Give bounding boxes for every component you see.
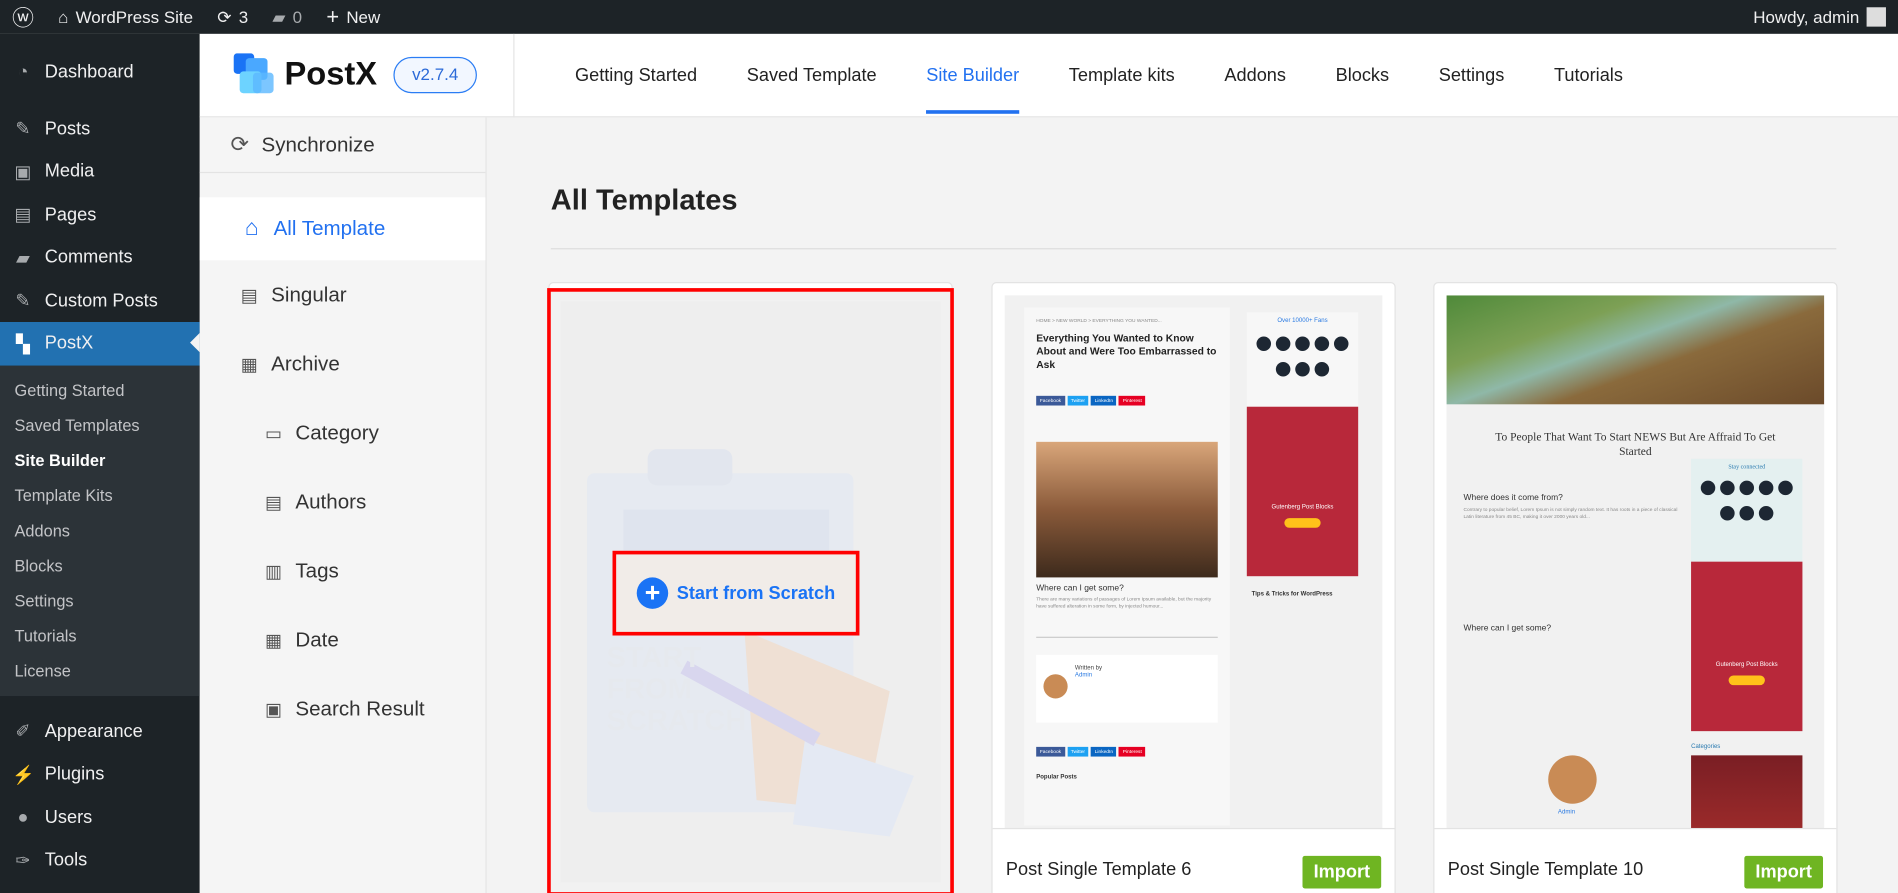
item-all-template[interactable]: ⌂ All Template <box>199 197 486 261</box>
sync-icon: ⟳ <box>230 131 249 157</box>
item-singular[interactable]: ▤ Singular <box>200 260 486 329</box>
admin-menu: ◔ Dashboard ✎ Posts ▣ Media ▤ Pages ▰ Comment… <box>0 33 200 893</box>
template-name: Post Single Template 10 <box>1447 859 1644 881</box>
comment-icon: ▰ <box>272 6 286 27</box>
dashboard-icon: ◔ <box>17 62 29 83</box>
tab-getting-started[interactable]: Getting Started <box>575 34 697 118</box>
refresh-icon: ⟳ <box>217 6 232 27</box>
submenu-addons[interactable]: Addons <box>0 513 200 548</box>
template-preview[interactable]: HOME > NEW WORLD > EVERYTHING YOU WANTED… <box>1004 295 1383 828</box>
wordpress-logo-icon[interactable]: ⓦ <box>0 0 46 34</box>
card-footer: Post Single Template 6 Import <box>992 827 1395 893</box>
tab-tutorials[interactable]: Tutorials <box>1554 34 1623 118</box>
submenu-saved-templates[interactable]: Saved Templates <box>0 407 200 442</box>
menu-tools[interactable]: ✑ Tools <box>0 839 200 882</box>
updates-link[interactable]: ⟳ 3 <box>205 0 260 34</box>
menu-posts[interactable]: ✎ Posts <box>0 107 200 150</box>
postx-nav: Getting Started Saved Template Site Buil… <box>513 33 1672 118</box>
start-from-scratch-button[interactable]: + Start from Scratch <box>612 550 860 636</box>
comment-icon: ▰ <box>16 247 30 269</box>
template-preview[interactable]: To People That Want To Start NEWS But Ar… <box>1446 295 1825 828</box>
menu-postx[interactable]: ▚ PostX <box>0 321 200 365</box>
media-icon: ▣ <box>14 161 32 183</box>
pages-icon: ▤ <box>14 204 32 226</box>
postx-header: PostX v2.7.4 Getting Started Saved Templ… <box>199 33 1898 118</box>
plus-circle-icon: + <box>636 577 669 609</box>
template-name: Post Single Template 6 <box>1005 859 1192 881</box>
menu-appearance[interactable]: ✐ Appearance <box>0 710 200 753</box>
submenu-template-kits[interactable]: Template Kits <box>0 478 200 513</box>
item-authors[interactable]: ▤ Authors <box>200 467 486 536</box>
account-link[interactable]: Howdy, admin <box>1741 0 1898 34</box>
item-date[interactable]: ▦ Date <box>200 605 486 674</box>
scratch-highlight: START FROM SCRATCH + Start from Scratch <box>547 288 954 893</box>
tab-saved-template[interactable]: Saved Template <box>747 34 877 118</box>
new-link[interactable]: + New <box>314 0 392 34</box>
tab-settings[interactable]: Settings <box>1439 34 1505 118</box>
scratch-watermark: START FROM SCRATCH <box>606 641 747 738</box>
postx-logo-icon <box>233 53 274 94</box>
admin-bar: ⓦ ⌂ WordPress Site ⟳ 3 ▰ 0 + New Howdy, admi… <box>0 0 1898 34</box>
divider <box>550 248 1837 250</box>
popular-posts-heading: Popular Posts <box>1036 773 1077 781</box>
document-icon: ▤ <box>240 285 258 306</box>
import-button[interactable]: Import <box>1744 855 1824 889</box>
tab-blocks[interactable]: Blocks <box>1336 34 1389 118</box>
author-icon: ▤ <box>264 492 283 513</box>
template-type-panel: ⟳ Synchronize ⌂ All Template ▤ Singular ▦ Ar… <box>199 117 487 893</box>
submenu-tutorials[interactable]: Tutorials <box>0 618 200 653</box>
comments-link[interactable]: ▰ 0 <box>260 0 314 34</box>
menu-custom-posts[interactable]: ✎ Custom Posts <box>0 279 200 322</box>
pin-icon: ✎ <box>15 290 31 312</box>
plug-icon: ⚡ <box>12 764 35 786</box>
menu-dashboard[interactable]: ◔ Dashboard <box>0 51 200 94</box>
tag-icon: ▥ <box>264 561 283 582</box>
submenu-license[interactable]: License <box>0 653 200 688</box>
card-footer: Post Single Template 10 Import <box>1434 827 1837 893</box>
calendar-icon: ▦ <box>264 630 283 651</box>
archive-icon: ▦ <box>240 354 258 375</box>
tab-template-kits[interactable]: Template kits <box>1069 34 1175 118</box>
postx-submenu: Getting Started Saved Templates Site Bui… <box>0 364 200 696</box>
site-link[interactable]: ⌂ WordPress Site <box>46 0 205 34</box>
brush-icon: ✐ <box>15 721 31 743</box>
version-badge: v2.7.4 <box>393 56 477 94</box>
avatar <box>1866 7 1886 27</box>
plus-icon: + <box>326 4 340 29</box>
postx-logo: PostX <box>233 53 377 94</box>
menu-media[interactable]: ▣ Media <box>0 150 200 193</box>
page-title: All Templates <box>550 183 738 217</box>
menu-plugins[interactable]: ⚡ Plugins <box>0 753 200 796</box>
tab-site-builder[interactable]: Site Builder <box>926 34 1019 118</box>
wrench-icon: ✑ <box>15 850 31 872</box>
import-button[interactable]: Import <box>1302 855 1382 889</box>
home-icon: ⌂ <box>244 215 259 241</box>
menu-pages[interactable]: ▤ Pages <box>0 193 200 236</box>
item-search-result[interactable]: ▣ Search Result <box>200 674 486 743</box>
start-from-scratch-card[interactable]: START FROM SCRATCH + Start from Scratch <box>547 282 954 893</box>
postx-icon: ▚ <box>16 333 30 355</box>
item-archive[interactable]: ▦ Archive <box>200 329 486 398</box>
item-tags[interactable]: ▥ Tags <box>200 536 486 605</box>
menu-comments[interactable]: ▰ Comments <box>0 236 200 279</box>
menu-users[interactable]: ● Users <box>0 796 200 839</box>
template-card[interactable]: HOME > NEW WORLD > EVERYTHING YOU WANTED… <box>991 282 1396 893</box>
main-content: All Templates START FROM SCRATCH + Start… <box>488 117 1898 893</box>
home-icon: ⌂ <box>58 7 69 27</box>
template-card[interactable]: To People That Want To Start NEWS But Ar… <box>1433 282 1838 893</box>
submenu-getting-started[interactable]: Getting Started <box>0 372 200 407</box>
search-doc-icon: ▣ <box>264 699 283 720</box>
user-icon: ● <box>17 807 29 828</box>
synchronize-button[interactable]: ⟳ Synchronize <box>199 117 486 174</box>
item-category[interactable]: ▭ Category <box>200 398 486 467</box>
folder-icon: ▭ <box>264 423 283 444</box>
submenu-blocks[interactable]: Blocks <box>0 548 200 583</box>
scratch-illustration <box>587 449 914 837</box>
submenu-settings[interactable]: Settings <box>0 583 200 618</box>
submenu-site-builder[interactable]: Site Builder <box>0 442 200 477</box>
pin-icon: ✎ <box>15 118 31 140</box>
tab-addons[interactable]: Addons <box>1224 34 1286 118</box>
